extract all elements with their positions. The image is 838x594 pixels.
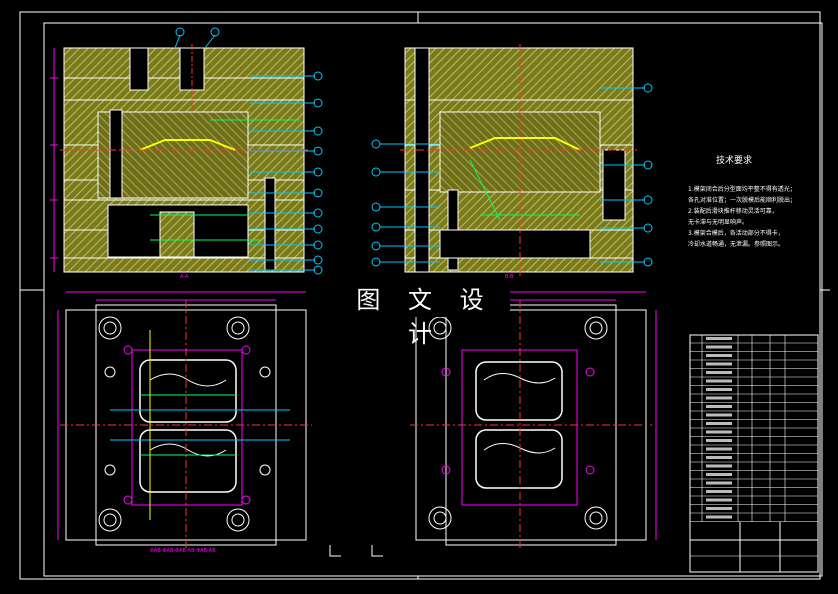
section-view-right: B-B [371,44,653,280]
bom-cell-mark [706,371,732,374]
bom-cell-mark [706,413,732,417]
bom-cell-mark [706,379,732,383]
tech-note: 1.模架闭合后分型面均平整不得有透光； [688,186,796,193]
tech-note: 冷却水道畅通，无泄漏。参照图示。 [688,241,785,248]
bom-cell-mark [706,345,732,349]
plan-view-right [410,291,657,550]
bom-cell-mark [706,447,732,451]
bottom-dimension-text: ΦAB-ΦAB-ΦAB-AB-ΦAB-AB [150,548,216,554]
bom-cell-mark [706,473,732,476]
bom-cell-mark [706,515,732,519]
corner-marks [329,545,383,557]
bom-cell-mark [706,396,732,400]
bom-cell-mark [706,354,732,357]
bom-cell-mark [706,507,732,510]
tech-note: 2.装配后滑块推杆移动灵活可靠， [688,208,778,215]
bom-cell-mark [706,464,732,468]
tech-note: 无卡滞与无明显响声。 [688,219,749,226]
plan-view-left: ΦAB-ΦAB-ΦAB-AB-ΦAB-AB [57,291,312,554]
bom-cell-mark [706,388,732,391]
bom-cell-mark [706,405,732,408]
bom-cell-mark [706,481,732,485]
section-label-left: A-A [180,274,189,280]
title-block [689,334,819,573]
tech-note: 3.模架合模后，各活动部分不得卡， [688,230,784,237]
bom-cell-mark [706,439,732,442]
bom-cell-mark [706,337,732,340]
bom-cell-mark [706,456,732,459]
tech-requirements-title: 技术要求 [716,156,753,166]
bom-cell-mark [706,422,732,425]
bom-cell-mark [706,498,732,502]
bom-cell-mark [706,490,732,493]
bom-cell-mark [706,430,732,434]
watermark-text: 图 文 设 计 [340,283,510,348]
tech-note: 各孔对准位置；一次脱模后能顺利脱出； [688,197,797,204]
section-label-right: B-B [505,274,514,280]
section-view-left: A-A [50,27,323,280]
tech-requirements-notes: 1.模架闭合后分型面均平整不得有透光； 各孔对准位置；一次脱模后能顺利脱出； 2… [688,184,816,250]
bom-cell-mark [706,362,732,366]
